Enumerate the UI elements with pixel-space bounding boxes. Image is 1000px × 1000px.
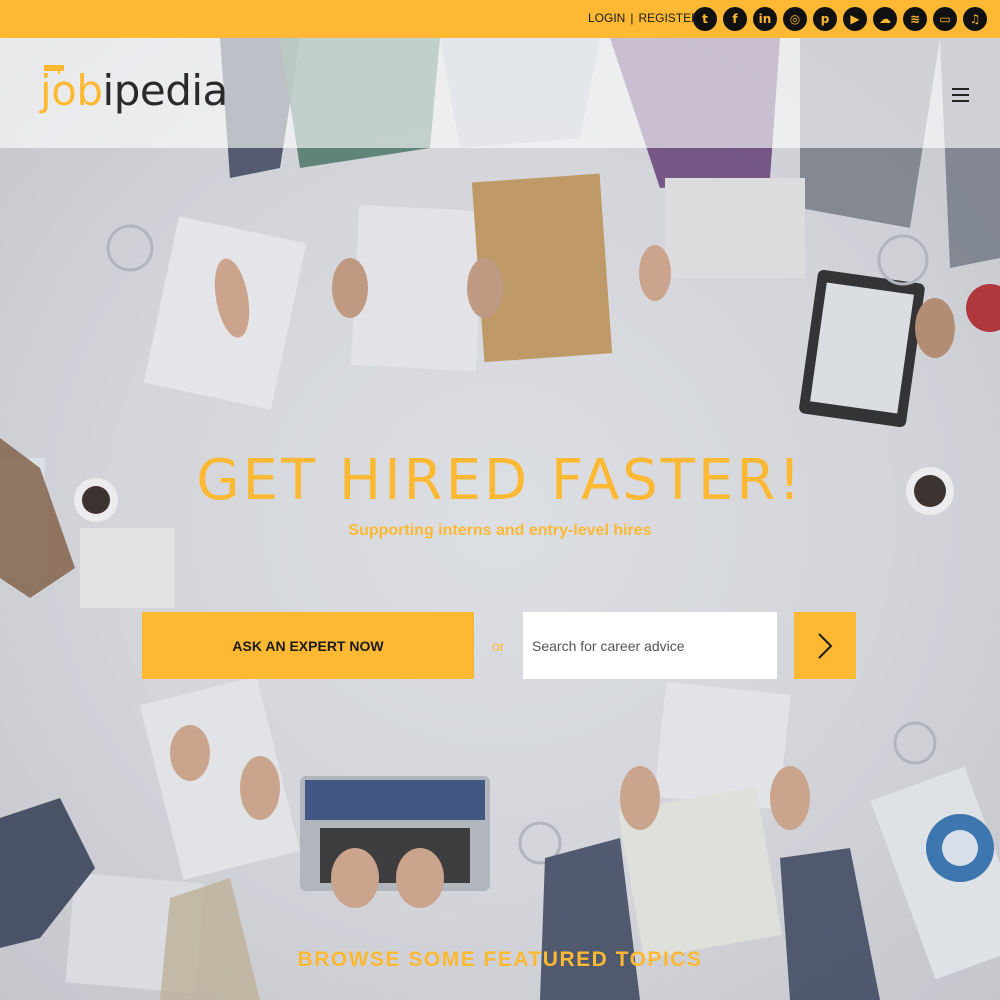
hero-background-image [0,38,1000,1000]
or-separator: or [492,638,505,654]
soundcloud-icon[interactable]: ☁ [873,7,897,31]
hero-subtitle: Supporting interns and entry-level hires [348,522,652,539]
site-header: job ipedia [0,38,1000,148]
chevron-right-icon [818,632,833,659]
spotify-icon[interactable]: ≋ [903,7,927,31]
background-tint [0,38,1000,1000]
menu-icon[interactable] [952,88,969,102]
search-submit-button[interactable] [794,612,856,679]
instagram-icon[interactable]: ◎ [783,7,807,31]
hero-title: GET HIRED FASTER! [196,448,804,513]
career-advice-search-input[interactable] [523,612,777,679]
youtube-icon[interactable]: ▶ [843,7,867,31]
facebook-icon[interactable]: f [723,7,747,31]
stitcher-icon[interactable]: ▭ [933,7,957,31]
site-logo[interactable]: job ipedia [40,65,229,115]
featured-topics-heading: BROWSE SOME FEATURED TOPICS [297,948,703,971]
linkedin-icon[interactable]: in [753,7,777,31]
music-icon[interactable]: ♫ [963,7,987,31]
pinterest-icon[interactable]: p [813,7,837,31]
social-links: t f in ◎ p ▶ ☁ ≋ ▭ ♫ [693,7,987,31]
top-bar: LOGIN | REGISTER t f in ◎ p ▶ ☁ ≋ ▭ ♫ [0,0,1000,38]
login-link[interactable]: LOGIN [588,11,625,25]
twitter-icon[interactable]: t [693,7,717,31]
graduation-cap-icon [44,65,64,74]
ask-expert-button[interactable]: ASK AN EXPERT NOW [142,612,474,679]
register-link[interactable]: REGISTER [638,11,699,25]
auth-separator: | [630,11,634,25]
auth-links: LOGIN | REGISTER [588,11,700,25]
logo-text-ipedia: ipedia [102,66,229,115]
